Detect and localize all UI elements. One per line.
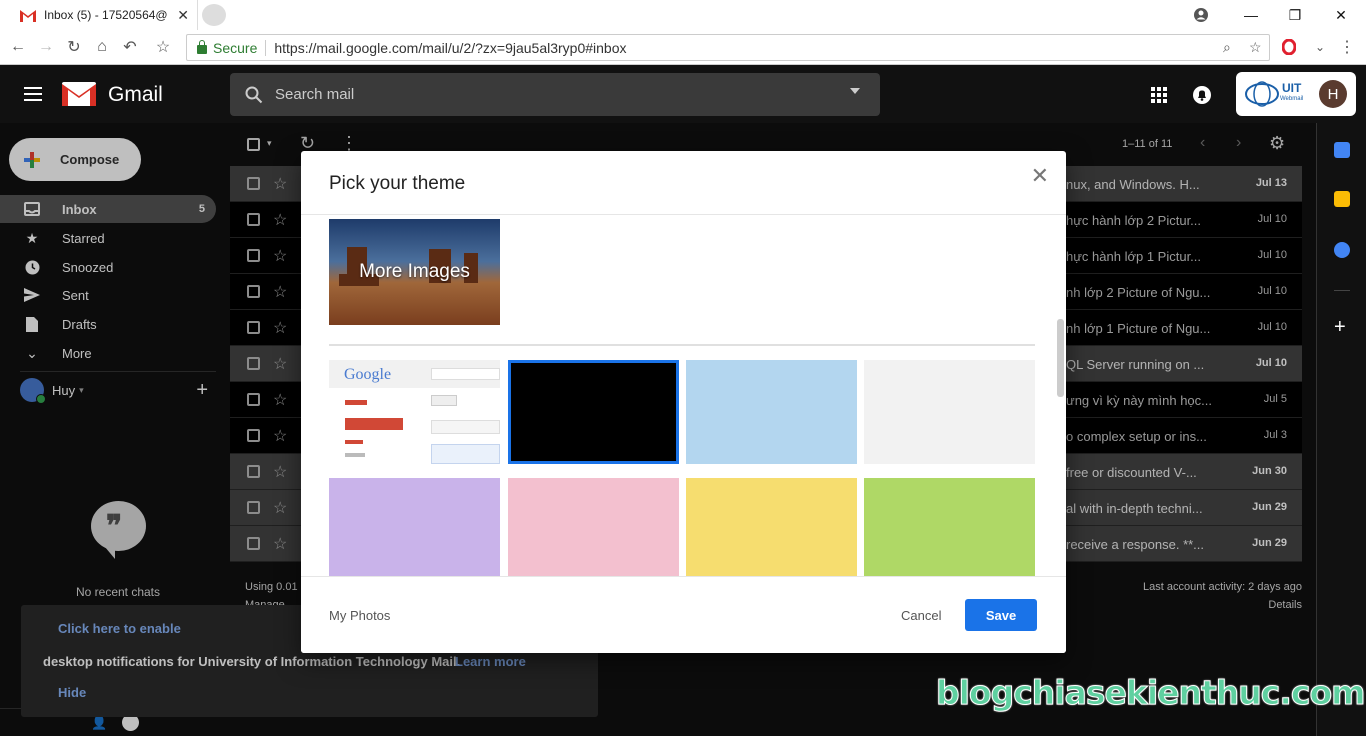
dialog-scrollbar[interactable] [1057,319,1064,397]
address-bar[interactable]: Secure https://mail.google.com/mail/u/2/… [186,34,1270,61]
secure-label: Secure [213,39,258,56]
account-avatar[interactable]: H [1319,80,1347,108]
new-tab-button[interactable] [202,4,226,26]
more-images-label: More Images [359,261,470,282]
tasks-icon[interactable] [1334,242,1350,258]
my-photos-button[interactable]: My Photos [329,608,390,623]
dialog-title: Pick your theme [329,173,466,194]
restore-icon[interactable]: ❐ [1272,0,1318,30]
org-badge-sub: Webmail [1280,96,1304,102]
lock-icon [197,40,207,54]
more-images-tile[interactable]: More Images [329,219,500,325]
search-options-icon[interactable] [850,88,860,94]
cancel-button[interactable]: Cancel [901,608,941,623]
browser-menu-icon[interactable]: ⋮ [1336,36,1358,58]
theme-picker-dialog: Pick your theme ✕ More Images Google My … [301,151,1066,653]
classic-theme-logo: Google [344,366,392,383]
back-icon[interactable]: ← [7,36,29,58]
opera-extension-icon[interactable] [1278,36,1300,58]
home-icon[interactable]: ⌂ [91,36,113,58]
window-close-icon[interactable]: ✕ [1318,0,1364,30]
bookmark-icon[interactable]: ☆ [1249,39,1262,56]
keep-icon[interactable] [1334,191,1350,207]
browser-tab[interactable]: Inbox (5) - 17520564@ ✕ [10,0,198,30]
uit-logo-icon [1245,81,1279,107]
bookmark-star-icon[interactable]: ☆ [152,36,174,58]
close-icon[interactable]: ✕ [1031,163,1049,189]
account-badge[interactable]: UIT Webmail H [1236,72,1356,116]
extension-chevron-icon[interactable]: ⌄ [1309,36,1331,58]
tab-close-icon[interactable]: ✕ [177,7,189,24]
calendar-icon[interactable] [1334,142,1350,158]
side-panel: + [1316,123,1366,736]
tab-title: Inbox (5) - 17520564@ [44,8,168,22]
url-text: https://mail.google.com/mail/u/2/?zx=9ja… [274,39,627,56]
theme-tile-classic[interactable]: Google [329,360,500,464]
notifications-bell-icon[interactable] [1193,86,1211,109]
org-badge-text: UIT [1282,81,1302,95]
profile-icon[interactable] [1178,0,1224,30]
get-addons-plus-icon[interactable]: + [1334,316,1346,339]
theme-tile-pink[interactable] [508,478,679,582]
gmail-header: Gmail Search mail UIT Webmail H [0,65,1356,123]
apps-grid-icon[interactable] [1151,87,1167,108]
main-menu-icon[interactable] [24,87,42,101]
forward-icon[interactable]: → [35,36,57,58]
zoom-search-icon[interactable]: ⌕ [1223,39,1231,56]
dialog-footer: My Photos Cancel Save [301,576,1066,653]
search-input[interactable]: Search mail [275,86,354,103]
app-name: Gmail [108,83,163,106]
save-button[interactable]: Save [965,599,1037,631]
theme-tile-light-blue[interactable] [686,360,857,464]
theme-tile-dark[interactable] [508,360,679,464]
search-bar[interactable]: Search mail [230,73,880,116]
theme-tile-light-gray[interactable] [864,360,1035,464]
search-icon[interactable] [245,86,263,104]
browser-toolbar: ← → ↻ ⌂ ↶ ☆ Secure https://mail.google.c… [0,30,1366,65]
browser-tabstrip: Inbox (5) - 17520564@ ✕ — ❐ ✕ [0,0,1366,30]
gmail-logo-icon[interactable] [62,82,96,106]
minimize-icon[interactable]: — [1228,0,1274,30]
theme-tile-yellow[interactable] [686,478,857,582]
theme-tile-lavender[interactable] [329,478,500,582]
site-watermark: blogchiasekienthuc.com [936,673,1366,713]
gmail-favicon-icon [20,9,36,22]
theme-tile-green[interactable] [864,478,1035,582]
reload-icon[interactable]: ↻ [63,36,85,58]
undo-icon[interactable]: ↶ [119,36,141,58]
